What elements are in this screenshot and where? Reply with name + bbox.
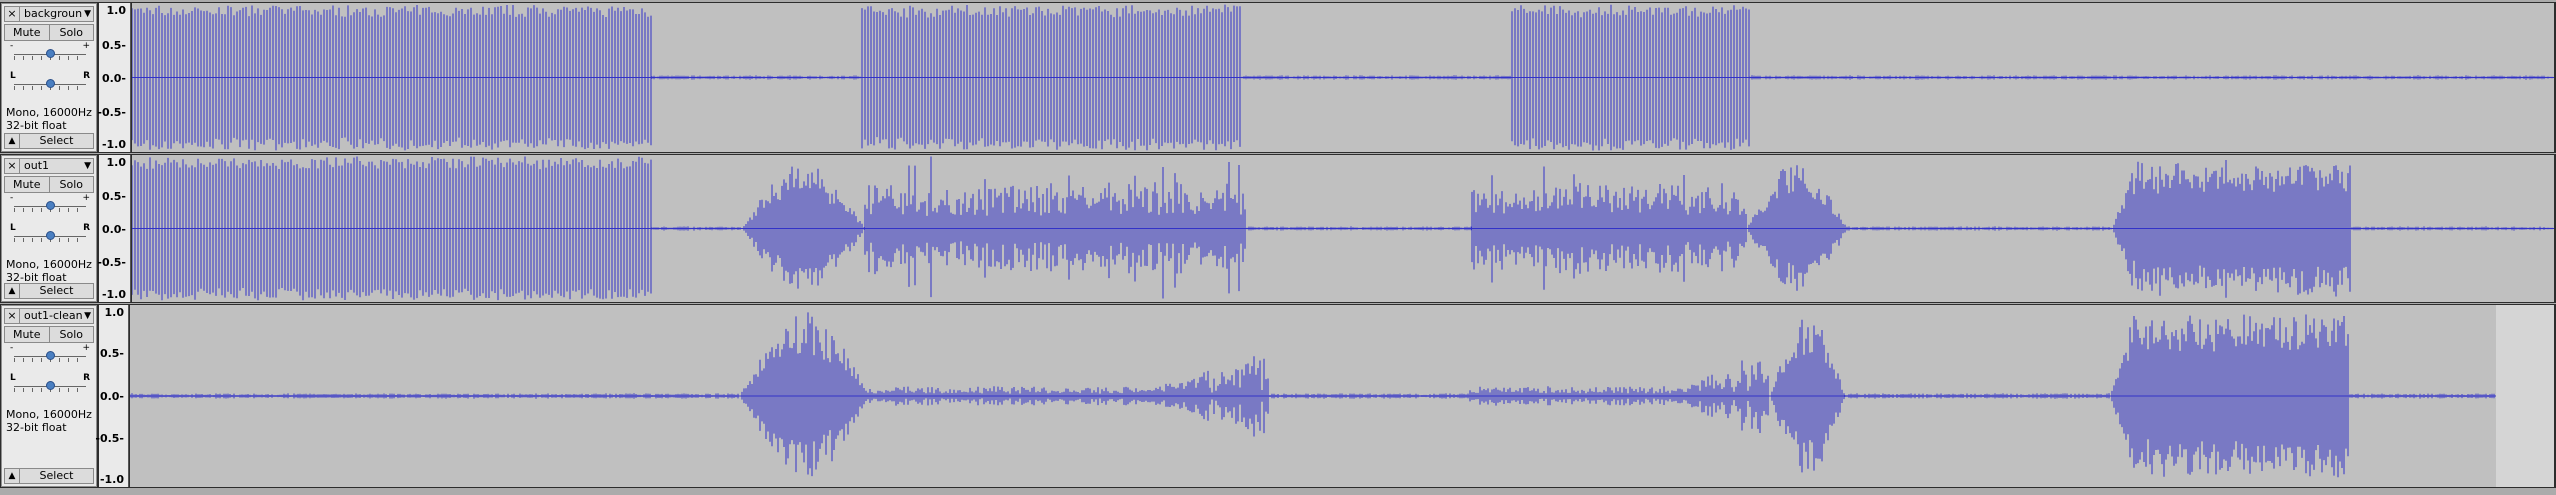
gain-plus-label: + (82, 41, 90, 51)
gain-minus-label: - (10, 343, 14, 353)
collapse-icon: ▲ (8, 286, 16, 296)
track-format-rate: Mono, 16000Hz (6, 258, 92, 271)
waveform-display[interactable] (132, 3, 2554, 152)
close-track-button[interactable]: × (4, 6, 20, 22)
ruler-label: -0.5- (97, 106, 126, 119)
waveform-graphic (132, 156, 2554, 301)
mute-button[interactable]: Mute (4, 176, 50, 193)
track-name-menu[interactable]: out1-clean ▼ (20, 308, 94, 324)
ruler-label: 1.0 (104, 306, 125, 319)
amplitude-ruler: 1.0 0.5- 0.0- -0.5- -1.0 (97, 3, 131, 152)
gain-slider[interactable]: - + (10, 343, 90, 364)
pan-slider-thumb[interactable] (46, 231, 55, 240)
gain-slider-thumb[interactable] (46, 49, 55, 58)
gain-plus-label: + (82, 193, 90, 203)
pan-right-label: R (83, 223, 90, 233)
ruler-label: 1.0 (106, 156, 127, 169)
ruler-label: -0.5- (97, 256, 126, 269)
track-control-panel: × out1-clean ▼ Mute Solo - + L R Mono, 16… (1, 305, 97, 487)
gain-slider-thumb[interactable] (46, 351, 55, 360)
ruler-label: -0.5- (95, 432, 124, 445)
select-track-button[interactable]: Select (20, 283, 94, 299)
pan-left-label: L (10, 223, 16, 233)
amplitude-ruler: 1.0 0.5- 0.0- -0.5- -1.0 (97, 155, 131, 302)
close-icon: × (7, 7, 17, 20)
track-name: out1 (24, 159, 50, 172)
track-format-bits: 32-bit float (6, 421, 67, 434)
ruler-label: 0.0- (99, 390, 124, 403)
pan-right-label: R (83, 71, 90, 81)
solo-button[interactable]: Solo (49, 24, 94, 41)
track-name-menu[interactable]: out1 ▼ (20, 158, 94, 174)
ruler-label: 0.0- (101, 223, 126, 236)
mute-button[interactable]: Mute (4, 24, 50, 41)
audio-track-out1: × out1 ▼ Mute Solo - + L R Mono, 16000Hz … (0, 154, 2556, 303)
track-area: × backgroun ▼ Mute Solo - + L R Mono, 160… (0, 0, 2556, 495)
close-icon: × (7, 309, 17, 322)
ruler-label: -1.0 (99, 473, 124, 486)
track-name-menu[interactable]: backgroun ▼ (20, 6, 94, 22)
pan-left-label: L (10, 373, 16, 383)
audio-track-background: × backgroun ▼ Mute Solo - + L R Mono, 160… (0, 2, 2556, 153)
track-control-panel: × backgroun ▼ Mute Solo - + L R Mono, 160… (1, 3, 97, 152)
gain-slider[interactable]: - + (10, 193, 90, 214)
track-name: backgroun (24, 7, 83, 20)
ruler-label: 1.0 (106, 4, 127, 17)
track-format-rate: Mono, 16000Hz (6, 408, 92, 421)
collapse-track-button[interactable]: ▲ (4, 283, 20, 299)
pan-slider-thumb[interactable] (46, 381, 55, 390)
collapse-icon: ▲ (8, 136, 16, 146)
pan-right-label: R (83, 373, 90, 383)
ruler-label: 0.0- (101, 72, 126, 85)
select-track-button[interactable]: Select (20, 468, 94, 484)
waveform-graphic (132, 4, 2554, 151)
collapse-track-button[interactable]: ▲ (4, 133, 20, 149)
pan-slider[interactable]: L R (10, 223, 90, 244)
pan-slider[interactable]: L R (10, 71, 90, 92)
pan-left-label: L (10, 71, 16, 81)
waveform-graphic (130, 312, 2496, 478)
gain-slider-thumb[interactable] (46, 201, 55, 210)
close-track-button[interactable]: × (4, 308, 20, 324)
dropdown-icon: ▼ (82, 159, 91, 173)
solo-button[interactable]: Solo (49, 326, 94, 343)
ruler-label: -1.0 (101, 288, 126, 301)
collapse-track-button[interactable]: ▲ (4, 468, 20, 484)
gain-slider[interactable]: - + (10, 41, 90, 62)
pan-slider-thumb[interactable] (46, 79, 55, 88)
select-track-button[interactable]: Select (20, 133, 94, 149)
gain-plus-label: + (82, 343, 90, 353)
pan-slider[interactable]: L R (10, 373, 90, 394)
waveform-display[interactable] (130, 305, 2554, 487)
close-icon: × (7, 159, 17, 172)
collapse-icon: ▲ (8, 471, 16, 481)
mute-button[interactable]: Mute (4, 326, 50, 343)
close-track-button[interactable]: × (4, 158, 20, 174)
audio-track-out1-clean: × out1-clean ▼ Mute Solo - + L R Mono, 16… (0, 304, 2556, 488)
track-format-bits: 32-bit float (6, 119, 67, 132)
ruler-label: 0.5- (101, 39, 126, 52)
amplitude-ruler: 1.0 0.5- 0.0- -0.5- -1.0 (95, 305, 129, 487)
waveform-path (130, 312, 2495, 478)
waveform-display[interactable] (132, 155, 2554, 302)
track-name: out1-clean (24, 309, 83, 322)
empty-track-region (2496, 305, 2554, 487)
ruler-label: 0.5- (99, 347, 124, 360)
solo-button[interactable]: Solo (49, 176, 94, 193)
track-format-rate: Mono, 16000Hz (6, 106, 92, 119)
dropdown-icon: ▼ (82, 7, 91, 21)
gain-minus-label: - (10, 41, 14, 51)
track-control-panel: × out1 ▼ Mute Solo - + L R Mono, 16000Hz … (1, 155, 97, 302)
ruler-label: -1.0 (101, 138, 126, 151)
ruler-label: 0.5- (101, 190, 126, 203)
dropdown-icon: ▼ (82, 309, 91, 323)
gain-minus-label: - (10, 193, 14, 203)
